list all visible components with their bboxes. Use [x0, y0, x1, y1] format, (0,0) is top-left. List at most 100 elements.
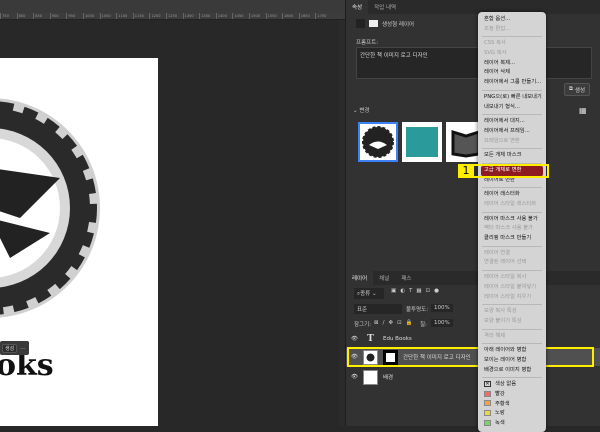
fill-input[interactable]: 100% [431, 319, 453, 327]
color-swatch-icon: ✕ [484, 380, 491, 387]
ruler-tick-label: 1550 [265, 13, 283, 19]
menu-item[interactable]: 주황색 [478, 400, 546, 410]
grid-view-icon[interactable]: ▦ [579, 106, 587, 115]
color-swatch-icon [484, 390, 491, 397]
menu-item-label: 배경으로 이미지 병합 [484, 366, 532, 373]
menu-item-label: 녹색 [495, 420, 505, 427]
visibility-eye-icon[interactable]: 👁 [351, 374, 358, 380]
menu-separator [478, 34, 546, 39]
menu-item-label: 레이어에서 대지... [484, 118, 525, 125]
menu-item[interactable]: PNG으(로) 빠른 내보내기 [478, 93, 546, 103]
menu-item[interactable]: 혼합 옵션... [478, 15, 546, 25]
mask-icon [369, 20, 378, 27]
ruler-tick-label: 1250 [165, 13, 183, 19]
menu-item[interactable]: 보이는 레이어 병합 [478, 356, 546, 366]
menu-item: 레이어 연결 [478, 249, 546, 259]
generate-context-button[interactable]: 생성 [2, 343, 18, 353]
tab-paths[interactable]: 패스 [395, 271, 417, 285]
blend-mode-select[interactable]: 표준 [354, 304, 402, 314]
menu-item[interactable]: 레이어에서 프레임... [478, 127, 546, 137]
layer-row-text[interactable]: 👁 T Edu Books [346, 330, 600, 348]
ruler-tick-label: 1050 [99, 13, 117, 19]
menu-separator [478, 210, 546, 215]
opacity-input[interactable]: 100% [431, 304, 453, 312]
menu-item-label: 조정 편집... [484, 25, 511, 32]
document-canvas[interactable]: oks [0, 58, 158, 426]
layer-filter-select[interactable]: ⌕종류 ⌄ [354, 288, 384, 299]
lock-icons[interactable]: ⊠/✥⊡🔒 [374, 320, 417, 326]
visibility-eye-icon[interactable]: 👁 [351, 336, 358, 342]
menu-item-label: CSS 복사 [484, 40, 506, 47]
layer-type-label: 생성형 레이어 [382, 21, 415, 28]
menu-item[interactable]: 모든 개체 마스크 [478, 151, 546, 161]
menu-item[interactable]: 레이어 마스크 사용 불가 [478, 215, 546, 225]
tab-layers[interactable]: 레이어 [346, 271, 374, 285]
menu-item-label: 격리 해제 [484, 332, 506, 339]
menu-separator [478, 88, 546, 93]
ruler-tick-label: 1450 [232, 13, 249, 19]
menu-item-label: PNG으(로) 빠른 내보내기 [484, 93, 542, 100]
menu-item[interactable]: 녹색 [478, 419, 546, 429]
menu-item[interactable]: 배경으로 이미지 병합 [478, 366, 546, 376]
menu-item: 레이어 스타일 지우기 [478, 293, 546, 303]
ruler-tick-label: 1700 [315, 13, 332, 19]
menu-separator [478, 112, 546, 117]
menu-item[interactable]: 레이어 래스터화 [478, 190, 546, 200]
variation-thumbnail-1[interactable] [358, 122, 398, 162]
menu-item: 벡터 마스크 사용 불가 [478, 224, 546, 234]
menu-item-label: 레이어 스타일 복사 [484, 274, 527, 281]
menu-item[interactable]: 클리핑 마스크 만들기 [478, 234, 546, 244]
ruler-tick-label: 1500 [248, 13, 266, 19]
layer-name: Edu Books [382, 336, 412, 342]
menu-separator [478, 244, 546, 249]
menu-item[interactable]: 아래 레이어와 병합 [478, 346, 546, 356]
menu-item[interactable]: 레이어 복제... [478, 59, 546, 69]
menu-item-label: 레이어 연결 [484, 249, 511, 256]
menu-item[interactable]: 레이어에서 대지... [478, 117, 546, 127]
menu-item[interactable]: ✕ 색상 없음 [478, 380, 546, 390]
variations-label: 변경 [359, 108, 370, 114]
more-options-button[interactable]: ... [20, 345, 25, 351]
ruler-tick-label: 800 [16, 13, 34, 19]
layer-name: 배경 [382, 375, 394, 381]
menu-item-label: 레이어 삭제 [484, 69, 511, 76]
menu-item[interactable]: 레이어에서 그룹 만들기... [478, 78, 546, 88]
ruler-tick-label: 1650 [298, 13, 316, 19]
tab-channels[interactable]: 채널 [373, 271, 395, 285]
menu-item: 조정 편집... [478, 25, 546, 35]
contextual-task-bar: 생성 ... [0, 341, 29, 355]
prompt-input[interactable]: 간단한 책 이미지 로고 디자인 [356, 47, 592, 79]
menu-item-label: 레이어 래스터화 [484, 191, 520, 198]
generate-icon: ⧉ [568, 86, 573, 92]
filter-icons[interactable]: ▣◐T▦⊡● [391, 288, 443, 294]
fill-label: 칠: [420, 322, 427, 328]
color-swatch-icon [484, 409, 491, 416]
menu-item: 레이어 스타일 래스터화 [478, 200, 546, 210]
color-swatch-icon [484, 419, 491, 426]
ruler-tick-label: 850 [33, 13, 50, 19]
menu-item-label: 주황색 [495, 400, 510, 407]
lock-label: 잠그기: [354, 322, 372, 328]
menu-item[interactable]: 빨강 [478, 390, 546, 400]
horizontal-ruler: 750 800 850 900 950 1000 1050 1100 1150 1200 1250 1… [0, 13, 345, 20]
variations-header[interactable]: ⌄ 변경 [353, 106, 369, 114]
tab-history[interactable]: 작업 내역 [368, 0, 402, 14]
ruler-tick-label: 1300 [182, 13, 200, 19]
menu-item: 레이어 스타일 복사 [478, 273, 546, 283]
layer-row-background[interactable]: 👁 배경 [346, 368, 600, 386]
layers-tabs: 레이어 채널 패스 [346, 271, 600, 285]
menu-item-label: 프레임으로 변환 [484, 137, 520, 144]
text-layer-icon: T [367, 334, 374, 344]
tab-properties[interactable]: 속성 [346, 0, 369, 14]
generate-button[interactable]: ⧉ 생성 [564, 83, 590, 96]
menu-item[interactable]: 내보내기 형식... [478, 103, 546, 113]
ruler-tick-label: 900 [49, 13, 67, 19]
ruler-tick-label: 1400 [215, 13, 233, 19]
menu-separator [478, 302, 546, 307]
menu-item[interactable]: 노랑 [478, 409, 546, 419]
variation-thumbnail-2[interactable] [402, 122, 442, 162]
menu-item: 연결된 레이어 선택 [478, 258, 546, 268]
layer-highlight-annotation [347, 347, 594, 367]
layer-thumbnail [362, 369, 378, 385]
menu-item[interactable]: 레이어 삭제 [478, 68, 546, 78]
